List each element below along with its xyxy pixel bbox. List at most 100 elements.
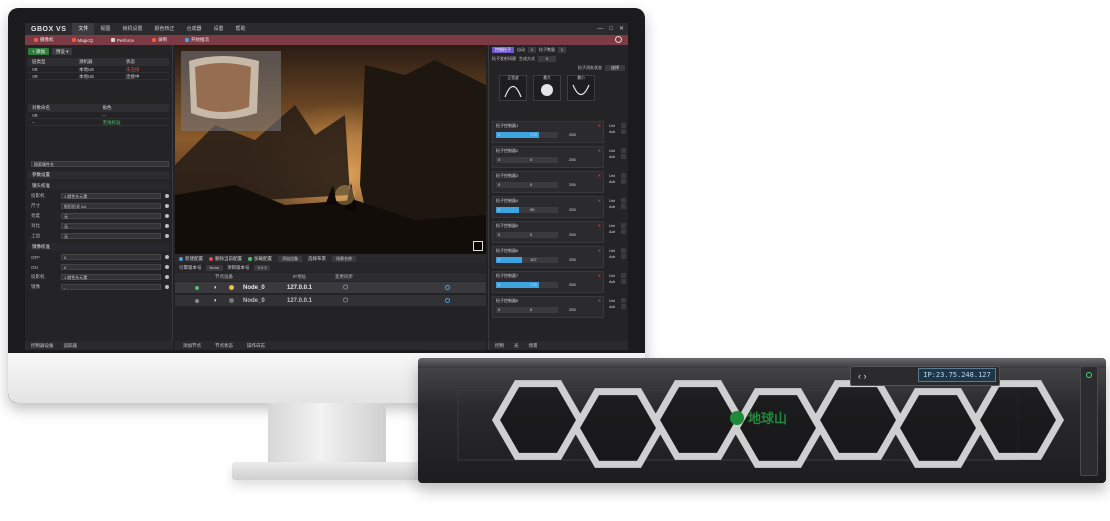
universe-box[interactable] — [621, 198, 626, 203]
property-value[interactable]: 无 — [61, 213, 161, 219]
node-row[interactable]: ◑ Node_0 127.0.0.1 ⬡ — [175, 282, 486, 293]
remove-icon[interactable]: ✕ — [598, 298, 601, 303]
preset-dropdown[interactable]: 预设 ▾ — [51, 48, 73, 55]
menu-item[interactable]: 视图 — [94, 23, 116, 35]
reset-icon[interactable] — [165, 194, 169, 198]
property-value[interactable]: 无 — [61, 223, 161, 229]
rate-value[interactable]: 1 — [558, 46, 566, 53]
property-value[interactable]: 0 — [61, 264, 161, 270]
engine-version-select[interactable]: None — [205, 264, 224, 271]
universe-box[interactable] — [621, 273, 626, 278]
delete-config-button[interactable]: 删除当前配置 — [209, 256, 242, 262]
server-nav-buttons[interactable]: ‹ › — [858, 371, 867, 381]
section-header[interactable]: 参数设置 — [28, 171, 169, 179]
remove-icon[interactable]: ✕ — [598, 223, 601, 228]
property-value[interactable]: - — [61, 284, 161, 290]
reset-icon[interactable] — [165, 265, 169, 269]
tab-node-status[interactable]: 节点状态 — [215, 341, 233, 350]
address-box[interactable] — [621, 154, 626, 159]
address-box[interactable] — [621, 279, 626, 284]
menu-item[interactable]: 颜色矫正 — [148, 23, 180, 35]
address-box[interactable] — [621, 254, 626, 259]
project-version-select[interactable]: 5.0.3 — [253, 264, 271, 271]
remove-icon[interactable]: ✕ — [598, 148, 601, 153]
menu-item[interactable]: 帮助 — [230, 23, 252, 35]
fade-select[interactable]: 选择 — [605, 64, 625, 71]
toolbar-button[interactable]: 录制 — [143, 37, 176, 43]
tab-light[interactable]: 光 — [514, 341, 519, 350]
tab-operation-log[interactable]: 操作日志 — [247, 341, 265, 350]
sync-icon[interactable]: ⬡ — [343, 297, 348, 304]
universe-box[interactable] — [621, 298, 626, 303]
menu-item[interactable]: 设置 — [207, 23, 229, 35]
property-value[interactable]: 1 颜色头元素 — [61, 274, 161, 280]
curve-preset-sine[interactable]: 正弦波 — [499, 75, 527, 101]
property-value[interactable]: 无 — [61, 233, 161, 239]
mode-value[interactable]: 1 — [528, 46, 536, 53]
address-box[interactable] — [621, 129, 626, 134]
channel-slider[interactable] — [496, 307, 558, 313]
sub-section-header[interactable]: 镜像校准 — [28, 243, 169, 251]
menu-item[interactable]: 帧机设置 — [116, 23, 148, 35]
channel-slider[interactable] — [496, 132, 558, 138]
sync-icon[interactable]: ⬡ — [343, 284, 348, 291]
property-value[interactable]: 矩形形式 A4 — [61, 203, 161, 209]
particle-control-tab[interactable]: 控制粒子 — [492, 46, 514, 53]
curve-preset-max[interactable]: 最大 — [533, 75, 561, 101]
maximize-icon[interactable]: □ — [609, 23, 613, 35]
toolbar-button[interactable]: MagicQ — [63, 38, 103, 43]
remove-icon[interactable]: ✕ — [598, 123, 601, 128]
tab-scene[interactable]: 场景 — [529, 341, 538, 350]
reset-icon[interactable] — [165, 224, 169, 228]
add-device-dropdown[interactable]: 添加设备 — [278, 255, 302, 262]
remove-icon[interactable]: ✕ — [598, 173, 601, 178]
property-search-input[interactable]: 搜索属性名 — [31, 161, 169, 167]
tab-control[interactable]: 控制 — [495, 341, 504, 350]
property-value[interactable]: 0 — [61, 254, 161, 260]
remove-icon[interactable]: ✕ — [598, 198, 601, 203]
new-config-button[interactable]: 新建配置 — [179, 256, 203, 262]
menu-item[interactable]: 合成器 — [180, 23, 207, 35]
tab-tracker[interactable]: 追踪器 — [64, 341, 78, 350]
close-icon[interactable]: ✕ — [619, 23, 624, 35]
sub-section-header[interactable]: 镜头校准 — [28, 182, 169, 190]
channel-slider[interactable] — [496, 257, 558, 263]
address-box[interactable] — [621, 204, 626, 209]
channel-slider[interactable] — [496, 157, 558, 163]
toolbar-button[interactable]: 摄像机 — [25, 37, 63, 43]
address-box[interactable] — [621, 229, 626, 234]
universe-box[interactable] — [621, 123, 626, 128]
curve-preset-min[interactable]: 最小 — [567, 75, 595, 101]
universe-box[interactable] — [621, 148, 626, 153]
channel-slider[interactable] — [496, 207, 558, 213]
property-value[interactable]: 1 颜色头元素 — [61, 193, 161, 199]
table-row[interactable]: V8 -- — [28, 112, 169, 119]
tab-controller-device[interactable]: 控制器设备 — [31, 341, 54, 350]
load-config-button[interactable]: 加载配置 — [248, 256, 272, 262]
settings-icon[interactable] — [445, 298, 450, 303]
power-icon[interactable] — [615, 36, 622, 43]
reset-icon[interactable] — [165, 275, 169, 279]
minimize-icon[interactable]: — — [597, 23, 603, 35]
remove-icon[interactable]: ✕ — [598, 273, 601, 278]
channel-slider[interactable] — [496, 282, 558, 288]
address-box[interactable] — [621, 179, 626, 184]
reset-icon[interactable] — [165, 214, 169, 218]
toolbar-button[interactable]: Perforce — [102, 38, 143, 43]
tab-add-node[interactable]: 添加节点 — [183, 341, 201, 350]
node-row[interactable]: ◑ Node_0 127.0.0.1 ⬡ — [175, 295, 486, 306]
table-row[interactable]: V9 本地UE 连接中 — [28, 73, 169, 80]
reset-icon[interactable] — [165, 204, 169, 208]
reset-icon[interactable] — [165, 255, 169, 259]
add-layer-button[interactable]: + 添加 — [28, 48, 49, 55]
table-row[interactable]: -- 无线校准 — [28, 119, 169, 126]
reset-icon[interactable] — [165, 285, 169, 289]
universe-box[interactable] — [621, 173, 626, 178]
toolbar-button[interactable]: 开始推流 — [176, 37, 218, 43]
reset-icon[interactable] — [165, 234, 169, 238]
universe-box[interactable] — [621, 223, 626, 228]
table-row[interactable]: V8 本地UE 未连接 — [28, 66, 169, 73]
settings-icon[interactable] — [445, 285, 450, 290]
template-select[interactable]: 场景名称 — [332, 255, 356, 262]
menu-item[interactable]: 文件 — [72, 23, 95, 35]
